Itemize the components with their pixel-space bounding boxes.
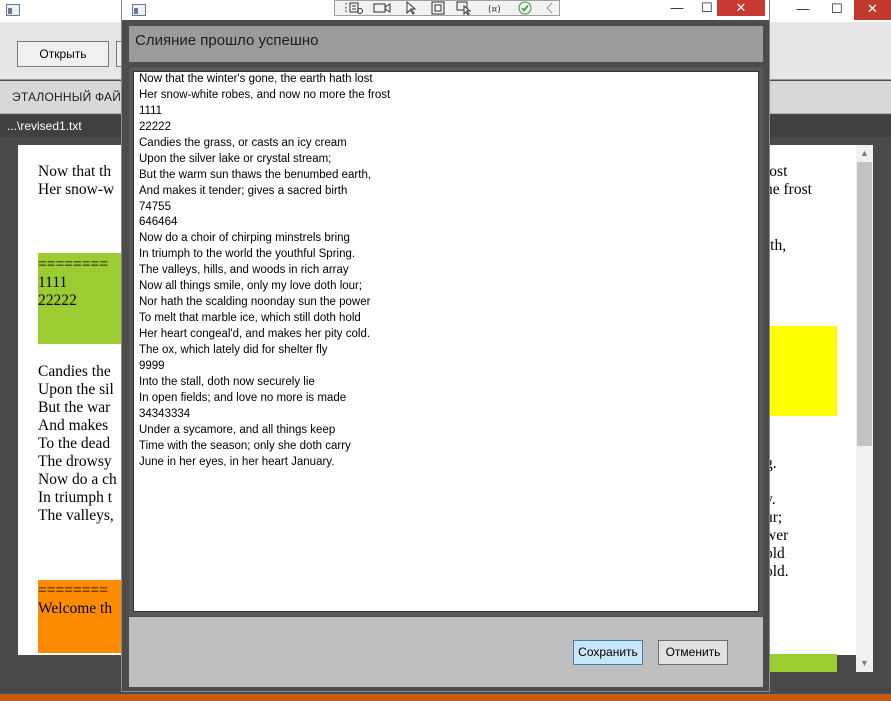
merged-line: The ox, which lately did for shelter fly [139, 343, 328, 356]
dialog-minimize-button[interactable]: — [662, 0, 692, 16]
merged-line: Her snow-white robes, and now no more th… [139, 88, 391, 101]
doc-line: 1111 [38, 274, 68, 291]
doc-line: The drowsy [38, 453, 112, 470]
doc-line: Welcome th [38, 600, 113, 617]
merged-line: The valleys, hills, and woods in rich ar… [139, 264, 349, 277]
doc-line: In triumph t [38, 489, 113, 506]
merged-line: 22222 [139, 120, 171, 133]
doc-text-block-a: Now that th Her snow-w [38, 163, 114, 199]
main-close-button[interactable]: ✕ [854, 0, 891, 20]
merged-line: In triumph to the world the youthful Spr… [139, 248, 356, 261]
doc-line: And makes [38, 417, 109, 434]
merged-line: 9999 [139, 359, 165, 372]
doc-line: But the war [38, 399, 111, 416]
scroll-up-icon[interactable]: ▲ [856, 145, 873, 161]
green-block-text: ======== 1111 22222 [38, 256, 108, 310]
camera-icon[interactable] [373, 1, 391, 15]
merged-line: 646464 [139, 216, 178, 229]
doc-line: Candies the [38, 363, 111, 380]
merged-line: Upon the silver lake or crystal stream; [139, 152, 332, 165]
file-path-label: ...\revised1.txt [7, 119, 82, 133]
merged-line: 34343334 [139, 407, 191, 420]
merged-line: In open fields; and love no more is made [139, 391, 347, 404]
merged-line: 74755 [139, 200, 171, 213]
main-maximize-button[interactable]: ☐ [820, 0, 854, 20]
back-icon[interactable] [541, 1, 559, 15]
doc-line: Now that th [38, 163, 112, 180]
merged-text-lines: Now that the winter's gone, the earth ha… [139, 72, 749, 470]
cancel-button[interactable]: Отменить [658, 640, 728, 665]
dialog-title: Слияние прошло успешно [135, 32, 319, 49]
reference-file-label: ЭТАЛОННЫЙ ФАЙЛ [12, 90, 130, 104]
doc-line: Now do a ch [38, 471, 117, 488]
merged-line: Into the stall, doth now securely lie [139, 375, 315, 388]
doc-line: he frost [765, 181, 812, 198]
conflict-block-yellow [765, 326, 837, 416]
track-focus-icon[interactable] [455, 1, 473, 16]
merged-line: Now all things smile, only my love doth … [139, 280, 363, 293]
merged-line: 1111 [139, 104, 163, 117]
doc-line: The valleys, [38, 507, 114, 524]
doc-right-fragment-a: lost he frost [765, 163, 812, 199]
scroll-down-icon[interactable]: ▼ [856, 655, 873, 671]
inserted-block-green-2 [765, 654, 837, 672]
app-window-icon [6, 4, 20, 16]
inspect-tree-icon[interactable] [347, 1, 365, 15]
svg-text:(¤): (¤) [488, 5, 501, 15]
doc-line: ======== [38, 256, 108, 273]
main-minimize-button[interactable]: — [786, 0, 820, 20]
merged-line: Now do a choir of chirping minstrels bri… [139, 232, 350, 245]
doc-line: Her snow-w [38, 181, 115, 198]
save-button[interactable]: Сохранить [573, 640, 643, 665]
merged-line: But the warm sun thaws the benumbed eart… [139, 168, 372, 181]
merged-line: June in her eyes, in her heart January. [139, 455, 335, 468]
merged-line: Her heart congeal'd, and makes her pity … [139, 328, 371, 340]
select-element-icon[interactable] [403, 0, 421, 15]
merged-line: Now that the winter's gone, the earth ha… [139, 73, 373, 85]
open-button[interactable]: Открыть [17, 41, 109, 67]
doc-line: lost [765, 163, 788, 180]
doc-line: To the dead [38, 435, 111, 452]
doc-text-block-b: Candies the Upon the sil But the war And… [38, 363, 117, 525]
orange-block-text: ======== Welcome th [38, 582, 112, 618]
dialog-window-icon [132, 4, 146, 16]
taskbar [0, 694, 891, 701]
merged-line: Under a sycamore, and all things keep [139, 423, 336, 436]
check-icon[interactable] [516, 1, 534, 15]
merged-line: To melt that marble ice, which still dot… [139, 312, 361, 325]
merged-line: Time with the season; only she doth carr… [139, 439, 351, 452]
highlight-rect-icon[interactable] [429, 1, 447, 15]
merged-line: Nor hath the scalding noonday sun the po… [139, 296, 371, 309]
merged-line: Candies the grass, or casts an icy cream [139, 136, 347, 149]
doc-line: Upon the sil [38, 381, 114, 398]
scroll-thumb[interactable] [857, 162, 872, 446]
doc-line: ======== [38, 582, 108, 599]
merged-line: And makes it tender; gives a sacred birt… [139, 184, 348, 197]
dialog-close-button[interactable]: ✕ [717, 0, 765, 16]
doc-line: 22222 [38, 292, 77, 309]
binding-icon[interactable]: (¤) [486, 1, 504, 15]
